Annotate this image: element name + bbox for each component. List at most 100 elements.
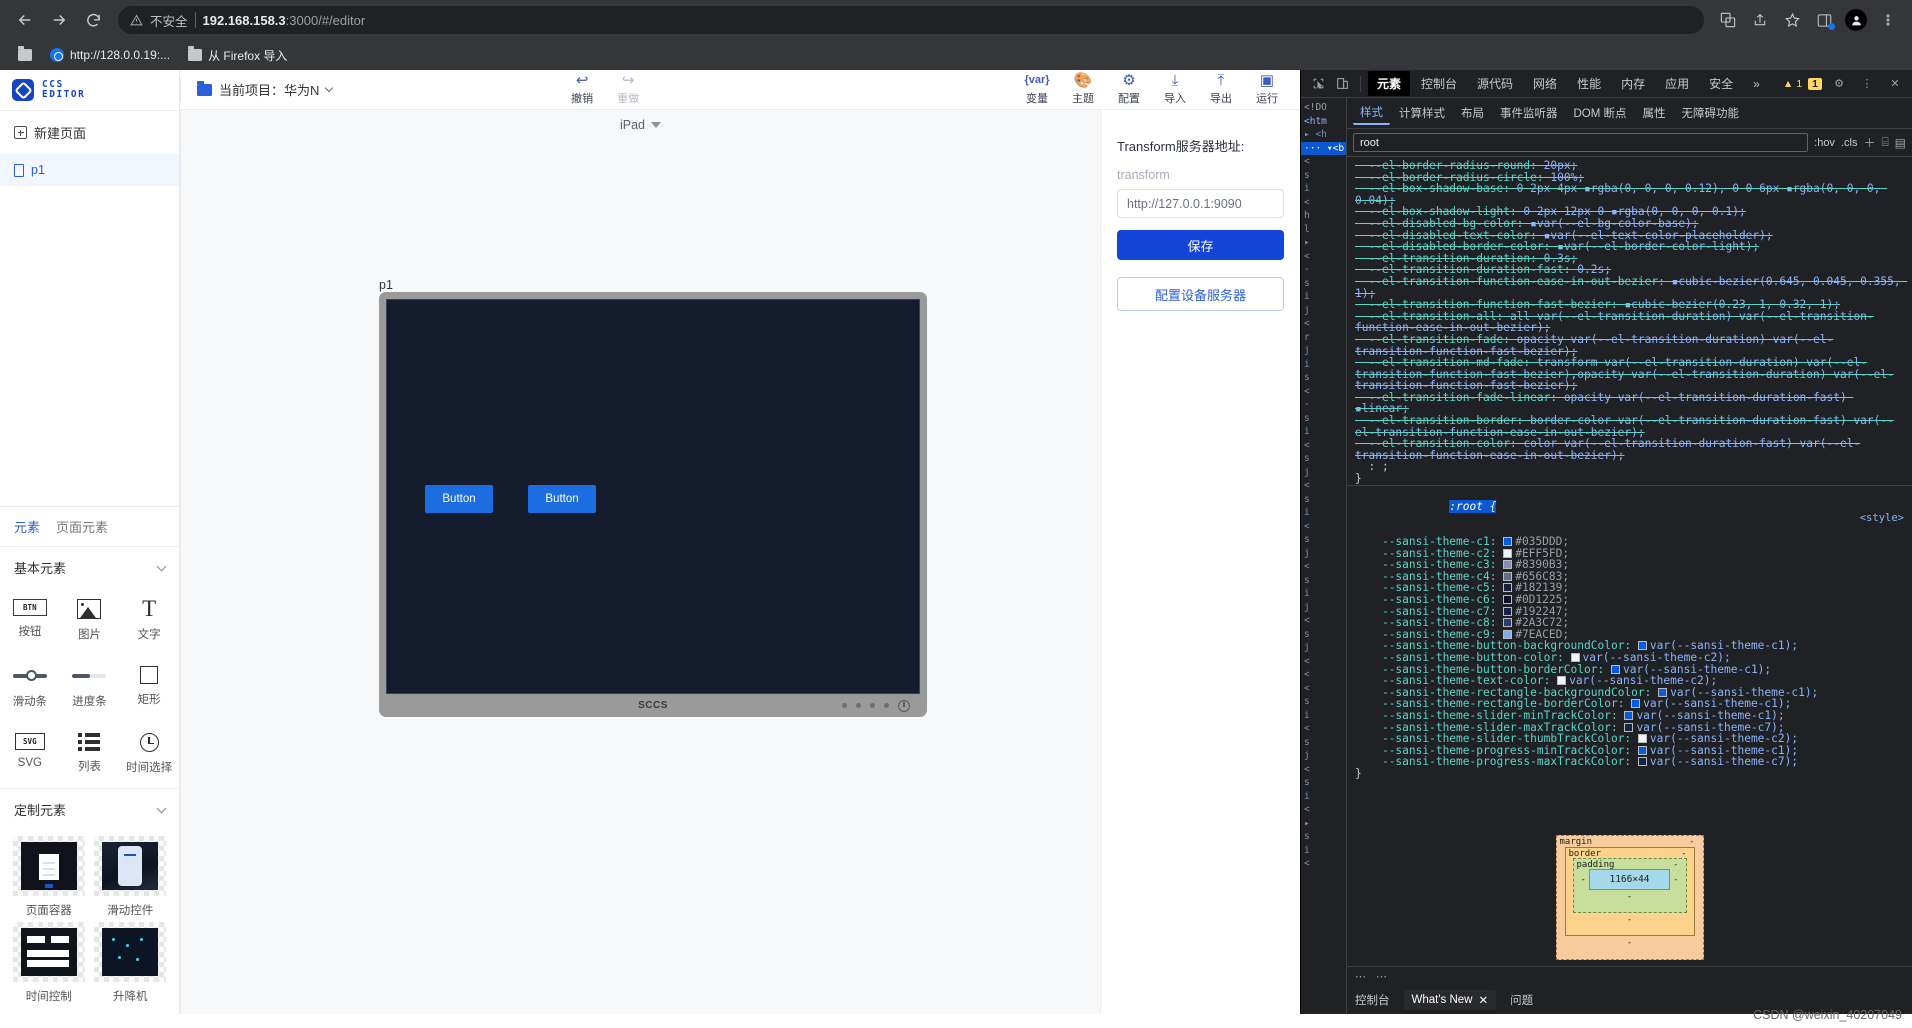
color-swatch[interactable] <box>1503 548 1513 558</box>
tab-elements[interactable]: 元素 <box>14 517 40 536</box>
computed-sidebar-icon[interactable]: ▤ <box>1895 136 1906 150</box>
styles-tab-accessibility[interactable]: 无障碍功能 <box>1675 102 1747 124</box>
devtools-tab-security[interactable]: 安全 <box>1700 71 1742 96</box>
color-swatch[interactable] <box>1637 757 1647 767</box>
profile-avatar-icon[interactable] <box>1842 6 1870 34</box>
element-image[interactable]: 图片 <box>60 588 120 655</box>
devtools-more-icon[interactable]: ⋮ <box>1856 74 1878 94</box>
css-declaration-overridden[interactable]: --el-transition-fade-linear: opacity var… <box>1347 392 1912 415</box>
box-model[interactable]: margin - border - padding - - 1166×44 - … <box>1555 835 1704 960</box>
color-swatch[interactable] <box>1610 664 1620 674</box>
element-list[interactable]: 列表 <box>60 722 120 788</box>
footer-more-icon[interactable]: ⋯ <box>1355 970 1366 983</box>
devtools-tab-elements[interactable]: 元素 <box>1368 71 1411 96</box>
new-page-button[interactable]: 新建页面 <box>0 111 179 154</box>
color-swatch[interactable] <box>1637 745 1647 755</box>
custom-element-elevator[interactable]: 升降机 <box>92 922 170 1004</box>
bookmark-item-1[interactable]: 从 Firefox 导入 <box>182 44 293 67</box>
issue-count-badge[interactable]: 1 <box>1808 77 1822 90</box>
devtools-tab-sources[interactable]: 源代码 <box>1468 71 1522 96</box>
css-rules-list[interactable]: --el-border-radius-round: 20px; --el-bor… <box>1347 157 1912 823</box>
app-logo[interactable]: CCS EDITOR <box>0 70 179 110</box>
device-toolbar-icon[interactable] <box>1331 74 1353 94</box>
save-button[interactable]: 保存 <box>1117 230 1284 260</box>
config-button[interactable]: ⚙ 配置 <box>1106 73 1152 106</box>
drawer-tab-whats-new[interactable]: What's New ✕ <box>1403 990 1497 1010</box>
devtools-tab-console[interactable]: 控制台 <box>1412 71 1466 96</box>
bookmark-item-0[interactable]: http://128.0.0.19:... <box>44 45 176 65</box>
transform-server-input[interactable] <box>1117 189 1284 218</box>
cls-toggle[interactable]: .cls <box>1841 137 1858 149</box>
css-declaration-overridden[interactable]: --el-transition-all: all var(--el-transi… <box>1347 310 1912 334</box>
custom-element-page-container[interactable]: 页面容器 <box>10 836 88 918</box>
back-button[interactable] <box>10 5 40 35</box>
element-progress[interactable]: 进度条 <box>60 655 120 722</box>
styles-tab-layout[interactable]: 布局 <box>1454 102 1491 124</box>
devtools-tab-network[interactable]: 网络 <box>1524 71 1566 96</box>
element-slider[interactable]: 滑动条 <box>0 655 60 722</box>
run-button[interactable]: ▣ 运行 <box>1244 73 1290 106</box>
group-header-custom[interactable]: 定制元素 <box>0 788 179 830</box>
devtools-settings-icon[interactable]: ⚙ <box>1828 74 1850 94</box>
color-swatch[interactable] <box>1637 641 1647 651</box>
warning-count-badge[interactable]: ▲ 1 <box>1783 78 1802 90</box>
share-icon[interactable] <box>1746 6 1774 34</box>
new-style-rule-icon[interactable]: ＋ <box>1863 134 1875 151</box>
canvas-area[interactable]: iPad p1 Button Button SCCS <box>180 110 1100 1014</box>
css-declaration-overridden[interactable]: --el-transition-md-fade: transform var(-… <box>1347 357 1912 392</box>
device-selector[interactable]: iPad <box>181 110 1100 132</box>
bookmark-star-icon[interactable] <box>1778 6 1806 34</box>
custom-element-time-control[interactable]: 时间控制 <box>10 922 88 1004</box>
redo-button[interactable]: ↪ 重做 <box>605 73 651 106</box>
page-list-item-p1[interactable]: p1 <box>0 154 179 186</box>
dom-tree-strip[interactable]: <!DO <htm ▸ <h ··· ▾<b < s i < h l ▸ < -… <box>1301 98 1347 1014</box>
color-swatch[interactable] <box>1624 710 1634 720</box>
devtools-tab-performance[interactable]: 性能 <box>1568 71 1610 96</box>
hov-toggle[interactable]: :hov <box>1814 137 1835 149</box>
css-declaration-overridden[interactable]: --el-transition-function-ease-in-out-bez… <box>1347 276 1912 299</box>
close-icon[interactable]: ✕ <box>1479 993 1489 1007</box>
drawer-tab-console[interactable]: 控制台 <box>1355 992 1390 1008</box>
color-swatch[interactable] <box>1503 594 1513 604</box>
device-screen[interactable]: Button Button <box>386 299 920 694</box>
reload-button[interactable] <box>78 5 108 35</box>
export-button[interactable]: ⤒ 导出 <box>1198 73 1244 106</box>
color-swatch[interactable] <box>1503 629 1513 639</box>
devtools-tab-more[interactable]: » <box>1744 73 1769 95</box>
bookmarks-root-folder[interactable] <box>12 46 38 64</box>
styles-tab-styles[interactable]: 样式 <box>1353 101 1390 125</box>
color-swatch[interactable] <box>1503 606 1513 616</box>
toggle-element-state-icon[interactable]: ⌸ <box>1881 135 1888 150</box>
address-bar[interactable]: 不安全 192.168.158.3:3000/#/editor <box>118 6 1704 34</box>
color-swatch[interactable] <box>1503 571 1513 581</box>
color-swatch[interactable] <box>1503 560 1513 570</box>
footer-overflow-icon[interactable]: ⋯ <box>1376 970 1387 983</box>
root-selector-line[interactable]: :root { <style> <box>1347 490 1912 536</box>
color-swatch[interactable] <box>1557 676 1567 686</box>
devtools-tab-application[interactable]: 应用 <box>1656 71 1698 96</box>
drawer-tab-issues[interactable]: 问题 <box>1510 992 1533 1008</box>
element-text[interactable]: T 文字 <box>119 588 179 655</box>
css-declaration-overridden[interactable]: --el-transition-fade: opacity var(--el-t… <box>1347 334 1912 357</box>
element-rectangle[interactable]: 矩形 <box>119 655 179 722</box>
config-device-server-button[interactable]: 配置设备服务器 <box>1117 277 1284 311</box>
color-swatch[interactable] <box>1658 687 1668 697</box>
styles-filter-input[interactable] <box>1353 133 1809 152</box>
undo-button[interactable]: ↩ 撤销 <box>559 73 605 106</box>
more-menu-icon[interactable] <box>1874 6 1902 34</box>
css-declaration-overridden[interactable]: --el-transition-border: border-color var… <box>1347 415 1912 438</box>
color-swatch[interactable] <box>1503 537 1513 546</box>
variables-button[interactable]: {var} 变量 <box>1014 73 1060 106</box>
group-header-basic[interactable]: 基本元素 <box>0 546 179 588</box>
css-declaration-overridden[interactable]: --el-box-shadow-base: 0 2px 4px ▪rgba(0,… <box>1347 183 1912 206</box>
theme-button[interactable]: 🎨 主题 <box>1060 73 1106 106</box>
project-selector[interactable]: 当前项目：华为N <box>180 77 334 102</box>
color-swatch[interactable] <box>1631 699 1641 709</box>
translate-icon[interactable] <box>1714 6 1742 34</box>
devtools-tab-memory[interactable]: 内存 <box>1612 71 1654 96</box>
color-swatch[interactable] <box>1503 618 1513 628</box>
rule-source-link[interactable]: <style> <box>1860 512 1904 525</box>
inspect-element-icon[interactable] <box>1307 74 1329 94</box>
forward-button[interactable] <box>44 5 74 35</box>
element-button[interactable]: BTN 按钮 <box>0 588 60 655</box>
